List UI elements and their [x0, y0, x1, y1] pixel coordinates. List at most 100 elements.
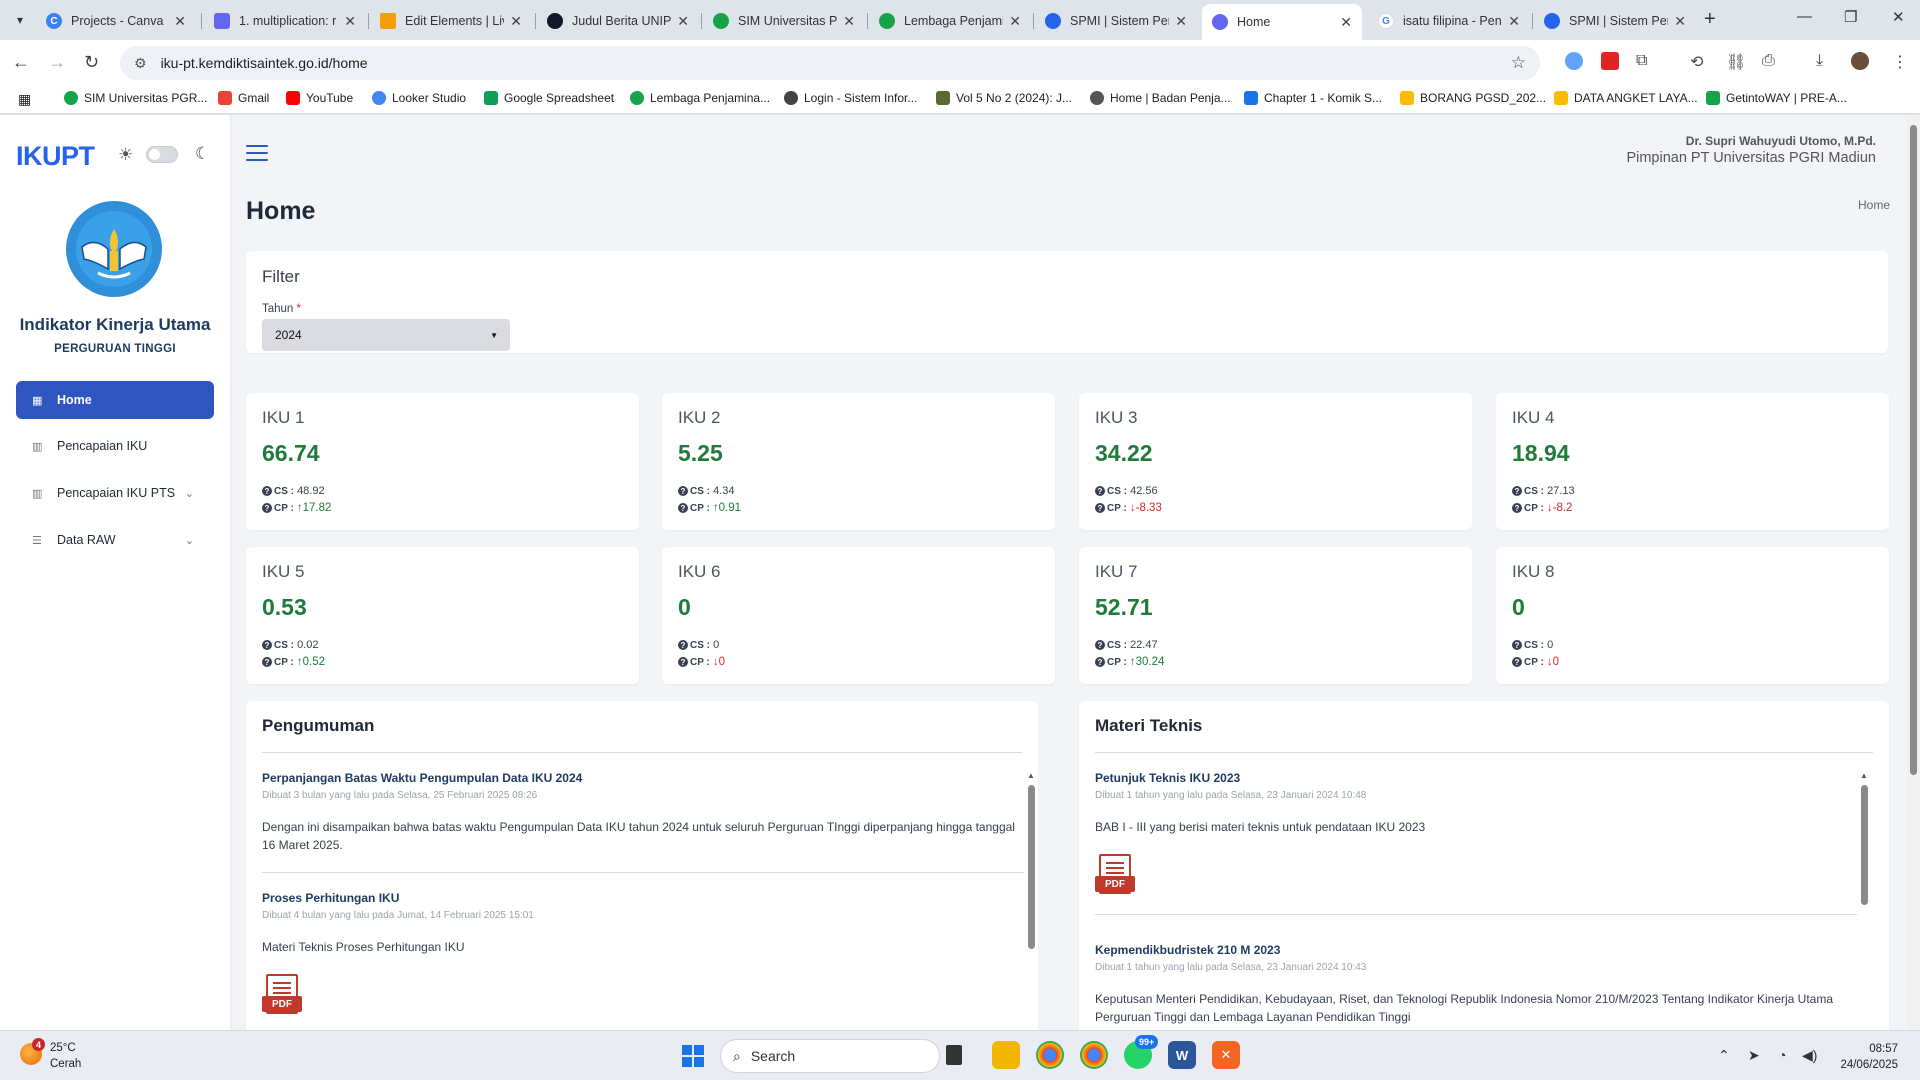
close-icon[interactable]: ✕ [1340, 14, 1352, 31]
tab-spmi-2[interactable]: SPMI | Sistem Pen ✕ [1534, 6, 1696, 36]
cloud-extension-icon[interactable] [1565, 52, 1583, 70]
help-icon[interactable]: ? [1095, 657, 1105, 667]
user-name[interactable]: Dr. Supri Wahuyudi Utomo, M.Pd. [1686, 134, 1876, 148]
scrollbar-thumb[interactable] [1028, 785, 1035, 949]
link-icon[interactable]: ⛓ [1726, 52, 1746, 72]
wifi-icon[interactable]: ◔ [1778, 1047, 1786, 1063]
volume-icon[interactable]: ◀) [1802, 1047, 1817, 1064]
materi-scrollbar[interactable]: ▲ [1859, 771, 1869, 1030]
location-icon[interactable]: ➤ [1748, 1047, 1760, 1064]
hamburger-menu-icon[interactable] [246, 145, 268, 166]
materi-item-title[interactable]: Petunjuk Teknis IKU 2023 [1095, 771, 1857, 785]
reload-icon[interactable]: ↻ [84, 52, 99, 73]
new-tab-button[interactable]: + [1704, 8, 1716, 31]
system-clock[interactable]: 08:57 24/06/2025 [1840, 1041, 1898, 1073]
word-icon[interactable]: W [1168, 1041, 1196, 1069]
bookmark-item[interactable]: Looker Studio [372, 91, 466, 105]
help-icon[interactable]: ? [1512, 640, 1522, 650]
scrollbar-thumb[interactable] [1910, 125, 1917, 775]
bookmark-item[interactable]: Vol 5 No 2 (2024): J... [936, 91, 1072, 105]
help-icon[interactable]: ? [678, 657, 688, 667]
history-icon[interactable]: ⟲ [1690, 52, 1703, 72]
sidebar-item-pencapaian-iku[interactable]: ▥ Pencapaian IKU [16, 427, 214, 465]
help-icon[interactable]: ? [262, 503, 272, 513]
temperature[interactable]: 25°C [50, 1042, 76, 1054]
tab-edit-elements[interactable]: Edit Elements | Liv ✕ [370, 6, 532, 36]
bookmark-item[interactable]: Home | Badan Penja... [1090, 91, 1231, 105]
bookmark-item[interactable]: YouTube [286, 91, 353, 105]
back-arrow-icon[interactable]: ← [12, 52, 30, 73]
profile-avatar[interactable] [1851, 52, 1869, 70]
announcement-title[interactable]: Proses Perhitungan IKU [262, 891, 1024, 905]
close-icon[interactable]: ✕ [677, 13, 689, 30]
page-scrollbar[interactable] [1906, 115, 1920, 1030]
address-bar[interactable]: ⚙ iku-pt.kemdiktisaintek.go.id/home ☆ [120, 46, 1540, 80]
close-icon[interactable]: ✕ [510, 13, 522, 30]
pdf-file-icon[interactable]: PDF [1095, 854, 1135, 898]
bookmark-star-icon[interactable]: ☆ [1511, 53, 1526, 73]
close-icon[interactable]: ✕ [843, 13, 855, 30]
theme-toggle[interactable] [146, 146, 178, 163]
bookmark-item[interactable]: Lembaga Penjamina... [630, 91, 770, 105]
announcement-title[interactable]: Perpanjangan Batas Waktu Pengumpulan Dat… [262, 771, 1024, 785]
help-icon[interactable]: ? [678, 503, 688, 513]
adobe-extension-icon[interactable] [1601, 52, 1619, 70]
pdf-file-icon[interactable]: PDF [262, 974, 302, 1018]
print-icon[interactable]: ⎙ [1762, 52, 1775, 70]
bookmark-item[interactable]: DATA ANGKET LAYA... [1554, 91, 1698, 105]
year-select[interactable]: 2024 ▼ [262, 319, 510, 351]
close-icon[interactable]: ✕ [1674, 13, 1686, 30]
chrome-icon[interactable] [1036, 1041, 1064, 1069]
bookmark-item[interactable]: Login - Sistem Infor... [784, 91, 917, 105]
close-icon[interactable]: ✕ [344, 13, 356, 30]
task-view-icon[interactable] [946, 1045, 962, 1065]
chevron-up-icon[interactable]: ⌃ [1718, 1047, 1730, 1064]
extensions-puzzle-icon[interactable]: ⧉ [1636, 52, 1647, 70]
sidebar-item-home[interactable]: ▦ Home [16, 381, 214, 419]
chrome-profile-icon[interactable] [1080, 1041, 1108, 1069]
scroll-up-arrow-icon[interactable]: ▲ [1859, 771, 1869, 780]
help-icon[interactable]: ? [678, 640, 688, 650]
help-icon[interactable]: ? [1095, 486, 1105, 496]
bookmark-item[interactable]: Gmail [218, 91, 269, 105]
taskbar-search[interactable]: ⌕ Search [720, 1039, 940, 1073]
breadcrumb[interactable]: Home [1858, 198, 1890, 212]
more-menu-icon[interactable]: ⋮ [1892, 52, 1908, 72]
tab-sim-universitas[interactable]: SIM Universitas PG ✕ [703, 6, 865, 36]
help-icon[interactable]: ? [1095, 503, 1105, 513]
sidebar-item-pencapaian-iku-pts[interactable]: ▥ Pencapaian IKU PTS ⌄ [16, 474, 214, 512]
help-icon[interactable]: ? [262, 486, 272, 496]
close-icon[interactable]: ✕ [1508, 13, 1520, 30]
apps-grid-icon[interactable]: ▦ [18, 91, 31, 108]
download-icon[interactable]: ⤓ [1816, 52, 1823, 70]
windows-start-icon[interactable] [682, 1045, 704, 1067]
bookmark-item[interactable]: BORANG PGSD_202... [1400, 91, 1546, 105]
sidebar-item-data-raw[interactable]: ☰ Data RAW ⌄ [16, 521, 214, 559]
help-icon[interactable]: ? [262, 657, 272, 667]
help-icon[interactable]: ? [678, 486, 688, 496]
site-info-icon[interactable]: ⚙ [134, 55, 147, 72]
scrollbar-thumb[interactable] [1861, 785, 1868, 905]
bookmark-item[interactable]: SIM Universitas PGR... [64, 91, 207, 105]
tab-search-button[interactable]: ▾ [8, 8, 32, 32]
materi-item-title[interactable]: Kepmendikbudristek 210 M 2023 [1095, 943, 1857, 957]
tab-projects-canva[interactable]: C Projects - Canva ✕ [36, 6, 196, 36]
brand-logo-text[interactable]: IKUPT [16, 141, 95, 172]
bookmark-item[interactable]: Google Spreadsheet [484, 91, 614, 105]
help-icon[interactable]: ? [1095, 640, 1105, 650]
help-icon[interactable]: ? [262, 640, 272, 650]
help-icon[interactable]: ? [1512, 657, 1522, 667]
minimize-button[interactable]: — [1797, 8, 1812, 25]
tab-lembaga-penjamin[interactable]: Lembaga Penjamin ✕ [869, 6, 1031, 36]
close-icon[interactable]: ✕ [1009, 13, 1021, 30]
file-explorer-icon[interactable] [992, 1041, 1020, 1069]
close-icon[interactable]: ✕ [1175, 13, 1187, 30]
close-icon[interactable]: ✕ [174, 13, 186, 30]
bookmark-item[interactable]: GetintoWAY | PRE-A... [1706, 91, 1847, 105]
close-window-button[interactable]: ✕ [1892, 8, 1905, 26]
help-icon[interactable]: ? [1512, 503, 1522, 513]
bookmark-item[interactable]: Chapter 1 - Komik S... [1244, 91, 1382, 105]
tab-isatu-filipina[interactable]: G isatu filipina - Pen ✕ [1368, 6, 1530, 36]
app-icon[interactable]: ✕ [1212, 1041, 1240, 1069]
scroll-up-arrow-icon[interactable]: ▲ [1026, 771, 1036, 780]
